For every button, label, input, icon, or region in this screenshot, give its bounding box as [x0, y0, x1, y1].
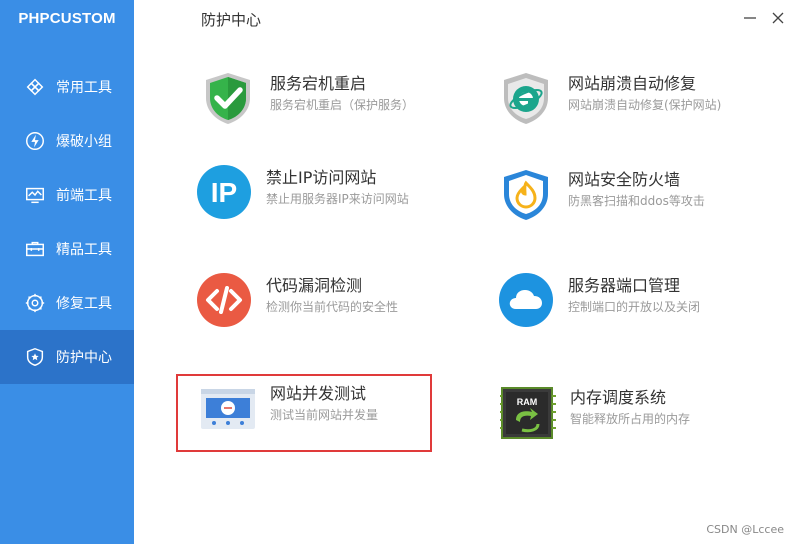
tile-subtitle: 控制端口的开放以及关闭 [568, 300, 701, 314]
tile-port-management[interactable]: 服务器端口管理 控制端口的开放以及关闭 [498, 266, 748, 336]
sidebar-item-brute-force[interactable]: 爆破小组 [0, 114, 134, 168]
main-panel: 防护中心 服务宕机重启 服务宕机重启（保护服务） 网站崩溃自动修复 网站崩溃自动… [134, 0, 798, 544]
sidebar-item-label: 常用工具 [56, 80, 112, 96]
sidebar-item-repair-tools[interactable]: 修复工具 [0, 276, 134, 330]
sidebar-item-label: 爆破小组 [56, 134, 112, 150]
ip-badge-icon: IP [197, 165, 251, 219]
sidebar-item-label: 精品工具 [56, 242, 112, 258]
toolbox-icon [26, 241, 44, 257]
tile-site-auto-repair[interactable]: 网站崩溃自动修复 网站崩溃自动修复(保护网站) [498, 64, 748, 134]
tile-subtitle: 禁止用服务器IP来访问网站 [266, 192, 409, 206]
code-icon [197, 273, 251, 327]
gear-wrench-icon [25, 293, 45, 313]
tile-title: 网站安全防火墙 [568, 170, 681, 189]
minimize-icon[interactable] [742, 10, 758, 26]
tile-subtitle: 网站崩溃自动修复(保护网站) [568, 98, 722, 112]
sidebar-item-premium-tools[interactable]: 精品工具 [0, 222, 134, 276]
fire-shield-icon [504, 170, 548, 220]
app-window: PHPCUSTOM 常用工具 爆破小组 前端工具 精品工具 修复工具 防护中心 … [0, 0, 798, 544]
brand-logo: PHPCUSTOM [18, 10, 116, 27]
tile-code-vuln-scan[interactable]: 代码漏洞检测 检测你当前代码的安全性 [196, 266, 446, 336]
tile-site-firewall[interactable]: 网站安全防火墙 防黑客扫描和ddos等攻击 [498, 160, 748, 230]
ie-shield-icon [504, 73, 548, 124]
tile-title: 禁止IP访问网站 [266, 168, 377, 187]
chip-label: RAM [517, 397, 538, 407]
tile-title: 服务宕机重启 [270, 74, 367, 93]
tile-title: 网站崩溃自动修复 [568, 74, 697, 93]
green-shield-check-icon [206, 73, 250, 124]
tile-title: 内存调度系统 [570, 388, 667, 407]
monitor-icon [26, 187, 44, 204]
ram-chip-icon: RAM [500, 387, 556, 439]
tools-icon [26, 78, 44, 96]
highlight-box [176, 374, 432, 452]
tile-block-ip-access[interactable]: IP 禁止IP访问网站 禁止用服务器IP来访问网站 [196, 158, 446, 228]
page-title: 防护中心 [201, 11, 262, 29]
sidebar-item-label: 防护中心 [56, 350, 112, 366]
sidebar-item-common-tools[interactable]: 常用工具 [0, 60, 134, 114]
sidebar-nav: 常用工具 爆破小组 前端工具 精品工具 修复工具 防护中心 [0, 60, 134, 384]
lightning-icon [26, 132, 44, 150]
sidebar-item-label: 修复工具 [56, 296, 112, 312]
tile-title: 服务器端口管理 [568, 276, 681, 295]
svg-text:IP: IP [211, 177, 237, 208]
tile-memory-scheduler[interactable]: RAM 内存调度系统 智能释放所占用的内存 [500, 378, 750, 448]
sidebar-item-frontend-tools[interactable]: 前端工具 [0, 168, 134, 222]
tile-subtitle: 服务宕机重启（保护服务） [270, 98, 415, 112]
cloud-icon [499, 273, 553, 327]
tile-title: 代码漏洞检测 [266, 276, 363, 295]
watermark: CSDN @Lccee [706, 523, 784, 536]
tile-subtitle: 智能释放所占用的内存 [570, 412, 691, 426]
tile-subtitle: 检测你当前代码的安全性 [266, 300, 399, 314]
sidebar-item-label: 前端工具 [56, 188, 112, 204]
shield-star-icon [26, 347, 44, 367]
sidebar-item-protection-center[interactable]: 防护中心 [0, 330, 134, 384]
sidebar: PHPCUSTOM 常用工具 爆破小组 前端工具 精品工具 修复工具 防护中心 [0, 0, 134, 544]
tile-subtitle: 防黑客扫描和ddos等攻击 [568, 194, 705, 208]
close-icon[interactable] [770, 10, 786, 26]
tile-service-restart[interactable]: 服务宕机重启 服务宕机重启（保护服务） [200, 64, 450, 134]
